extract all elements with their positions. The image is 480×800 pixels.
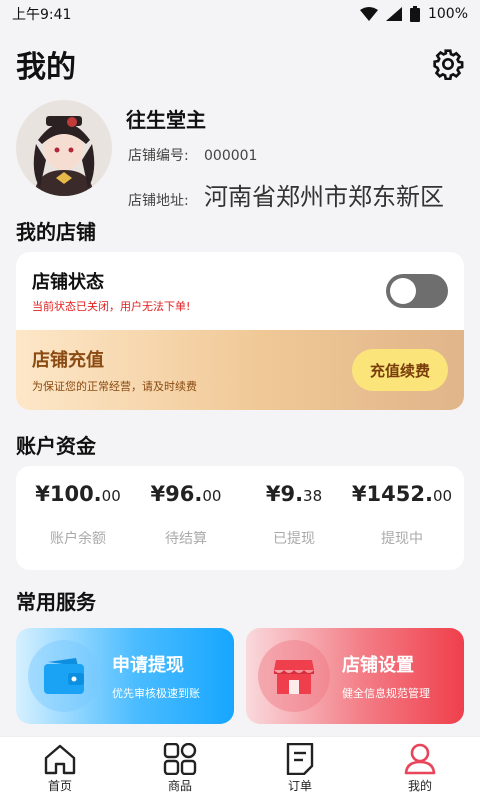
- status-time: 上午9:41: [12, 7, 72, 23]
- funds-card: ¥100.00 账户余额 ¥96.00 待结算 ¥9.38 已提现 ¥1452.…: [16, 466, 464, 570]
- battery-icon: [409, 6, 420, 22]
- tab-home[interactable]: 首页: [0, 737, 120, 800]
- tab-label: 我的: [407, 779, 432, 793]
- store-status-row: 店铺状态 当前状态已关闭，用户无法下单!: [16, 252, 464, 330]
- tab-products[interactable]: 商品: [120, 737, 240, 800]
- store-number: 000001: [204, 148, 258, 164]
- battery-percent: 100%: [427, 6, 468, 22]
- funds-title: 账户资金: [16, 433, 96, 458]
- store-address: 河南省郑州市郑东新区: [204, 183, 444, 211]
- fund-amount: ¥96.00: [150, 482, 222, 506]
- tab-label: 首页: [47, 779, 72, 793]
- order-icon: [286, 743, 314, 775]
- service-title: 店铺设置: [342, 655, 414, 676]
- store-number-row: 店铺编号: 000001: [126, 145, 464, 165]
- fund-amount: ¥100.00: [35, 482, 121, 506]
- fund-label: 待结算: [165, 531, 207, 547]
- fund-label: 提现中: [381, 531, 423, 547]
- service-icon-bg: [258, 640, 330, 712]
- withdraw-service-card[interactable]: 申请提现 优先审核极速到账: [16, 628, 234, 724]
- recharge-title: 店铺充值: [32, 350, 104, 371]
- store-address-row: 店铺地址: 河南省郑州市郑东新区: [126, 177, 464, 212]
- recharge-subtitle: 为保证您的正常经营，请及时续费: [32, 380, 197, 393]
- status-bar: 上午9:41 100%: [0, 0, 480, 28]
- fund-withdrawing[interactable]: ¥1452.00 提现中: [348, 466, 456, 570]
- store-settings-service-card[interactable]: 店铺设置 健全信息规范管理: [246, 628, 464, 724]
- store-status-title: 店铺状态: [32, 272, 104, 293]
- store-status-subtitle: 当前状态已关闭，用户无法下单!: [32, 300, 191, 313]
- fund-amount: ¥1452.00: [351, 482, 453, 506]
- toggle-knob: [390, 278, 416, 304]
- service-text: 店铺设置 健全信息规范管理: [342, 651, 430, 701]
- avatar[interactable]: [16, 100, 112, 196]
- fund-label: 账户余额: [50, 531, 106, 547]
- home-icon: [44, 744, 76, 775]
- store-card: 店铺状态 当前状态已关闭，用户无法下单! 店铺充值 为保证您的正常经营，请及时续…: [16, 252, 464, 410]
- page-header: 我的: [0, 28, 480, 100]
- tab-mine[interactable]: 我的: [360, 737, 480, 800]
- fund-pending[interactable]: ¥96.00 待结算: [132, 466, 240, 570]
- fund-balance[interactable]: ¥100.00 账户余额: [24, 466, 132, 570]
- status-icons: 100%: [359, 6, 468, 22]
- wallet-icon: [44, 658, 84, 694]
- profile-info: 往生堂主 店铺编号: 000001 店铺地址: 河南省郑州市郑东新区: [126, 100, 464, 212]
- grid-icon: [163, 743, 197, 775]
- tab-label: 订单: [287, 779, 312, 793]
- fund-withdrawn[interactable]: ¥9.38 已提现: [240, 466, 348, 570]
- gear-icon[interactable]: [432, 48, 464, 80]
- tab-orders[interactable]: 订单: [240, 737, 360, 800]
- store-owner-name: 往生堂主: [126, 108, 206, 132]
- store-address-label: 店铺地址:: [128, 193, 189, 209]
- wifi-icon: [359, 7, 378, 21]
- user-icon: [404, 743, 436, 775]
- page-title: 我的: [16, 50, 76, 85]
- store-recharge-row: 店铺充值 为保证您的正常经营，请及时续费 充值续费: [16, 330, 464, 410]
- tab-label: 商品: [167, 779, 192, 793]
- services-title: 常用服务: [16, 589, 96, 614]
- service-subtitle: 优先审核极速到账: [112, 687, 200, 700]
- profile-section: 往生堂主 店铺编号: 000001 店铺地址: 河南省郑州市郑东新区: [0, 100, 480, 211]
- services-row: 申请提现 优先审核极速到账 店铺设置 健全信息规范管理: [0, 628, 480, 724]
- service-subtitle: 健全信息规范管理: [342, 687, 430, 700]
- fund-label: 已提现: [273, 531, 315, 547]
- fund-amount: ¥9.38: [265, 482, 323, 506]
- store-number-label: 店铺编号:: [128, 148, 189, 164]
- store-status-toggle[interactable]: [386, 274, 448, 308]
- service-title: 申请提现: [112, 655, 184, 676]
- signal-icon: [385, 7, 402, 21]
- bottom-tab-bar: 首页 商品 订单 我的: [0, 736, 480, 800]
- my-store-title: 我的店铺: [16, 219, 96, 244]
- recharge-button[interactable]: 充值续费: [352, 349, 448, 391]
- store-icon: [274, 660, 314, 694]
- service-text: 申请提现 优先审核极速到账: [112, 651, 200, 701]
- service-icon-bg: [28, 640, 100, 712]
